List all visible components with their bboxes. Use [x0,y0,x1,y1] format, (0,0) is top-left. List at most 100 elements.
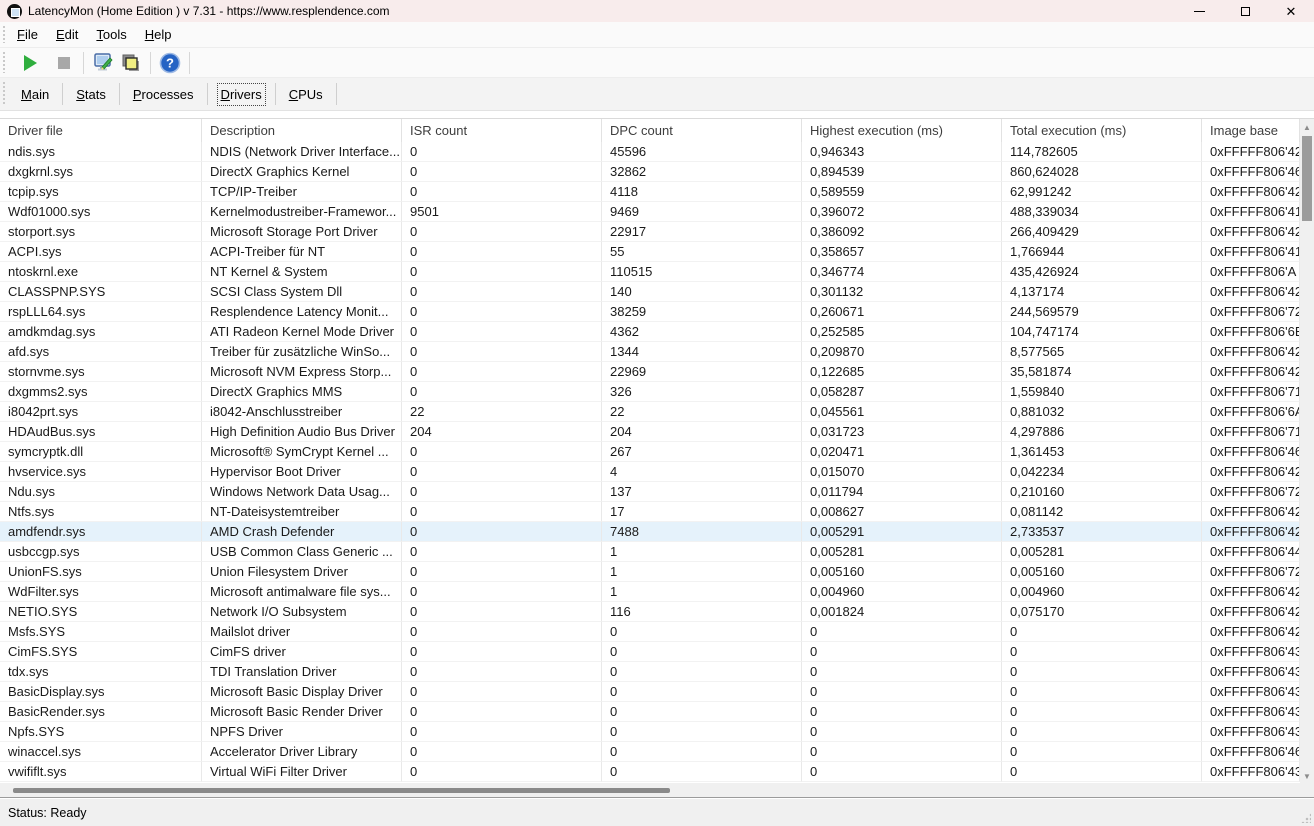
table-row[interactable]: WdFilter.sysMicrosoft antimalware file s… [0,582,1300,602]
cell-dpc-count: 0 [602,622,802,642]
cell-description: Microsoft Basic Render Driver [202,702,402,722]
cell-description: Network I/O Subsystem [202,602,402,622]
vertical-scrollbar[interactable]: ▲ ▼ [1300,119,1314,784]
horizontal-scrollbar[interactable] [0,783,1314,798]
start-monitor-button[interactable] [16,50,44,76]
column-header-isr-count[interactable]: ISR count [402,119,602,142]
table-row[interactable]: UnionFS.sysUnion Filesystem Driver010,00… [0,562,1300,582]
table-row[interactable]: Ndu.sysWindows Network Data Usag...01370… [0,482,1300,502]
cell-image-base: 0xFFFFF806'41 [1202,202,1300,222]
table-row[interactable]: storport.sysMicrosoft Storage Port Drive… [0,222,1300,242]
cell-image-base: 0xFFFFF806'42 [1202,462,1300,482]
cell-dpc-count: 32862 [602,162,802,182]
cell-description: Microsoft Storage Port Driver [202,222,402,242]
horizontal-scroll-thumb[interactable] [13,788,670,793]
column-header-driver-file[interactable]: Driver file [0,119,202,142]
table-row[interactable]: tdx.sysTDI Translation Driver00000xFFFFF… [0,662,1300,682]
minimize-button[interactable] [1176,0,1222,22]
cell-total-execution: 35,581874 [1002,362,1202,382]
cell-driver-file: HDAudBus.sys [0,422,202,442]
tab-processes[interactable]: Processes [120,82,207,107]
close-button[interactable]: ✕ [1268,0,1314,22]
table-row[interactable]: amdfendr.sysAMD Crash Defender074880,005… [0,522,1300,542]
table-row[interactable]: NETIO.SYSNetwork I/O Subsystem01160,0018… [0,602,1300,622]
cell-dpc-count: 140 [602,282,802,302]
cell-isr-count: 0 [402,182,602,202]
tab-drivers[interactable]: Drivers [208,82,275,107]
cell-highest-execution: 0,004960 [802,582,1002,602]
table-row[interactable]: BasicDisplay.sysMicrosoft Basic Display … [0,682,1300,702]
table-row[interactable]: ACPI.sysACPI-Treiber für NT0550,3586571,… [0,242,1300,262]
table-row[interactable]: dxgkrnl.sysDirectX Graphics Kernel032862… [0,162,1300,182]
cell-image-base: 0xFFFFF806'42 [1202,342,1300,362]
svg-text:?: ? [166,55,174,70]
cell-image-base: 0xFFFFF806'42 [1202,602,1300,622]
column-header-highest-execution[interactable]: Highest execution (ms) [802,119,1002,142]
cell-image-base: 0xFFFFF806'43 [1202,762,1300,782]
column-header-image-base[interactable]: Image base [1202,119,1300,142]
table-row[interactable]: winaccel.sysAccelerator Driver Library00… [0,742,1300,762]
options-button[interactable] [89,50,117,76]
cell-description: Treiber für zusätzliche WinSo... [202,342,402,362]
table-row[interactable]: HDAudBus.sysHigh Definition Audio Bus Dr… [0,422,1300,442]
cell-dpc-count: 137 [602,482,802,502]
table-row[interactable]: tcpip.sysTCP/IP-Treiber041180,58955962,9… [0,182,1300,202]
cell-dpc-count: 110515 [602,262,802,282]
scroll-down-arrow[interactable]: ▼ [1300,768,1314,784]
cell-description: Windows Network Data Usag... [202,482,402,502]
table-row[interactable]: rspLLL64.sysResplendence Latency Monit..… [0,302,1300,322]
table-row[interactable]: amdkmdag.sysATI Radeon Kernel Mode Drive… [0,322,1300,342]
menu-help[interactable]: Help [136,23,181,46]
cell-description: NPFS Driver [202,722,402,742]
cell-highest-execution: 0,015070 [802,462,1002,482]
cell-dpc-count: 4 [602,462,802,482]
report-button[interactable] [117,50,145,76]
cell-dpc-count: 9469 [602,202,802,222]
table-row[interactable]: afd.sysTreiber für zusätzliche WinSo...0… [0,342,1300,362]
table-row[interactable]: Npfs.SYSNPFS Driver00000xFFFFF806'43 [0,722,1300,742]
menu-file[interactable]: File [8,23,47,46]
tab-stats[interactable]: Stats [63,82,119,107]
table-row[interactable]: hvservice.sysHypervisor Boot Driver040,0… [0,462,1300,482]
table-row[interactable]: symcryptk.dllMicrosoft® SymCrypt Kernel … [0,442,1300,462]
play-icon [24,55,37,71]
stop-monitor-button[interactable] [50,50,78,76]
table-row[interactable]: dxgmms2.sysDirectX Graphics MMS03260,058… [0,382,1300,402]
table-row[interactable]: BasicRender.sysMicrosoft Basic Render Dr… [0,702,1300,722]
table-row[interactable]: CimFS.SYSCimFS driver00000xFFFFF806'43 [0,642,1300,662]
column-header-total-execution[interactable]: Total execution (ms) [1002,119,1202,142]
menu-edit[interactable]: Edit [47,23,87,46]
tab-main[interactable]: Main [8,82,62,107]
cell-highest-execution: 0 [802,682,1002,702]
cell-total-execution: 0 [1002,662,1202,682]
tab-cpus[interactable]: CPUs [276,82,336,107]
table-row[interactable]: vwififlt.sysVirtual WiFi Filter Driver00… [0,762,1300,782]
cell-image-base: 0xFFFFF806'42 [1202,522,1300,542]
table-row[interactable]: Wdf01000.sysKernelmodustreiber-Framewor.… [0,202,1300,222]
cell-image-base: 0xFFFFF806'6A [1202,402,1300,422]
table-row[interactable]: stornvme.sysMicrosoft NVM Express Storp.… [0,362,1300,382]
cell-driver-file: NETIO.SYS [0,602,202,622]
vertical-scroll-thumb[interactable] [1302,136,1312,221]
resize-grip[interactable] [1301,813,1311,823]
table-row[interactable]: usbccgp.sysUSB Common Class Generic ...0… [0,542,1300,562]
cell-dpc-count: 38259 [602,302,802,322]
table-row[interactable]: CLASSPNP.SYSSCSI Class System Dll01400,3… [0,282,1300,302]
help-button[interactable]: ? [156,50,184,76]
table-row[interactable]: ntoskrnl.exeNT Kernel & System01105150,3… [0,262,1300,282]
column-header-dpc-count[interactable]: DPC count [602,119,802,142]
cell-highest-execution: 0,260671 [802,302,1002,322]
monitor-pen-icon [92,52,114,74]
maximize-button[interactable] [1222,0,1268,22]
table-row[interactable]: i8042prt.sysi8042-Anschlusstreiber22220,… [0,402,1300,422]
scroll-up-arrow[interactable]: ▲ [1300,119,1314,135]
menu-tools[interactable]: Tools [87,23,135,46]
cell-highest-execution: 0,301132 [802,282,1002,302]
column-header-description[interactable]: Description [202,119,402,142]
cell-description: Resplendence Latency Monit... [202,302,402,322]
cell-highest-execution: 0,346774 [802,262,1002,282]
cell-highest-execution: 0 [802,762,1002,782]
table-row[interactable]: Msfs.SYSMailslot driver00000xFFFFF806'42 [0,622,1300,642]
table-row[interactable]: Ntfs.sysNT-Dateisystemtreiber0170,008627… [0,502,1300,522]
table-row[interactable]: ndis.sysNDIS (Network Driver Interface..… [0,142,1300,162]
